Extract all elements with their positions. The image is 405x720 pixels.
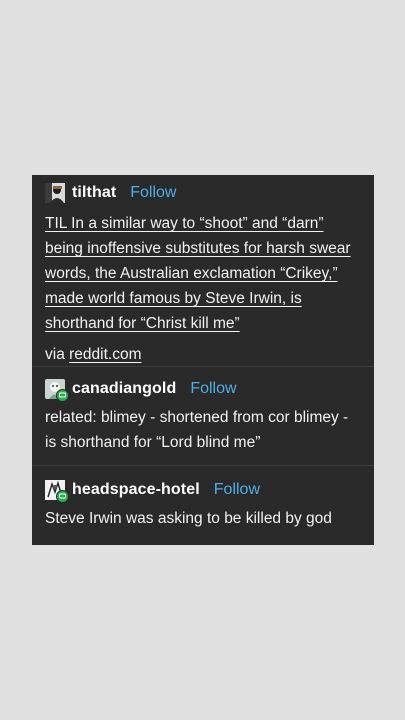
- post-body: Steve Irwin was asking to be killed by g…: [45, 510, 332, 527]
- post-title-link-container: TIL In a similar way to “shoot” and “dar…: [45, 211, 361, 336]
- chat-icon: [59, 493, 66, 499]
- post-body: related: blimey - shortened from cor bli…: [45, 409, 349, 451]
- online-badge: [56, 490, 69, 503]
- post-header: tilthat Follow: [45, 183, 361, 203]
- follow-button[interactable]: Follow: [214, 481, 260, 499]
- post-header: headspace-hotel Follow: [45, 480, 361, 503]
- follow-button[interactable]: Follow: [130, 184, 176, 202]
- portrait-icon: [45, 183, 65, 203]
- online-badge: [56, 389, 69, 402]
- avatar[interactable]: [45, 379, 69, 402]
- post-title-link[interactable]: TIL In a similar way to “shoot” and “dar…: [45, 215, 351, 332]
- post-canadiangold: canadiangold Follow related: blimey - sh…: [32, 366, 374, 465]
- via-label: via: [45, 346, 65, 363]
- avatar[interactable]: [45, 183, 65, 203]
- username[interactable]: headspace-hotel: [72, 481, 200, 499]
- chat-icon: [59, 392, 66, 398]
- username[interactable]: canadiangold: [72, 380, 176, 398]
- follow-button[interactable]: Follow: [190, 380, 236, 398]
- username[interactable]: tilthat: [72, 184, 116, 202]
- post-headspace-hotel: headspace-hotel Follow Steve Irwin was a…: [32, 465, 374, 545]
- source-link[interactable]: reddit.com: [69, 346, 141, 363]
- avatar[interactable]: [45, 480, 69, 503]
- source-attribution: via reddit.com: [45, 345, 361, 365]
- post-tilthat: tilthat Follow TIL In a similar way to “…: [32, 175, 374, 366]
- reblog-thread-card: tilthat Follow TIL In a similar way to “…: [32, 175, 374, 545]
- post-header: canadiangold Follow: [45, 379, 361, 402]
